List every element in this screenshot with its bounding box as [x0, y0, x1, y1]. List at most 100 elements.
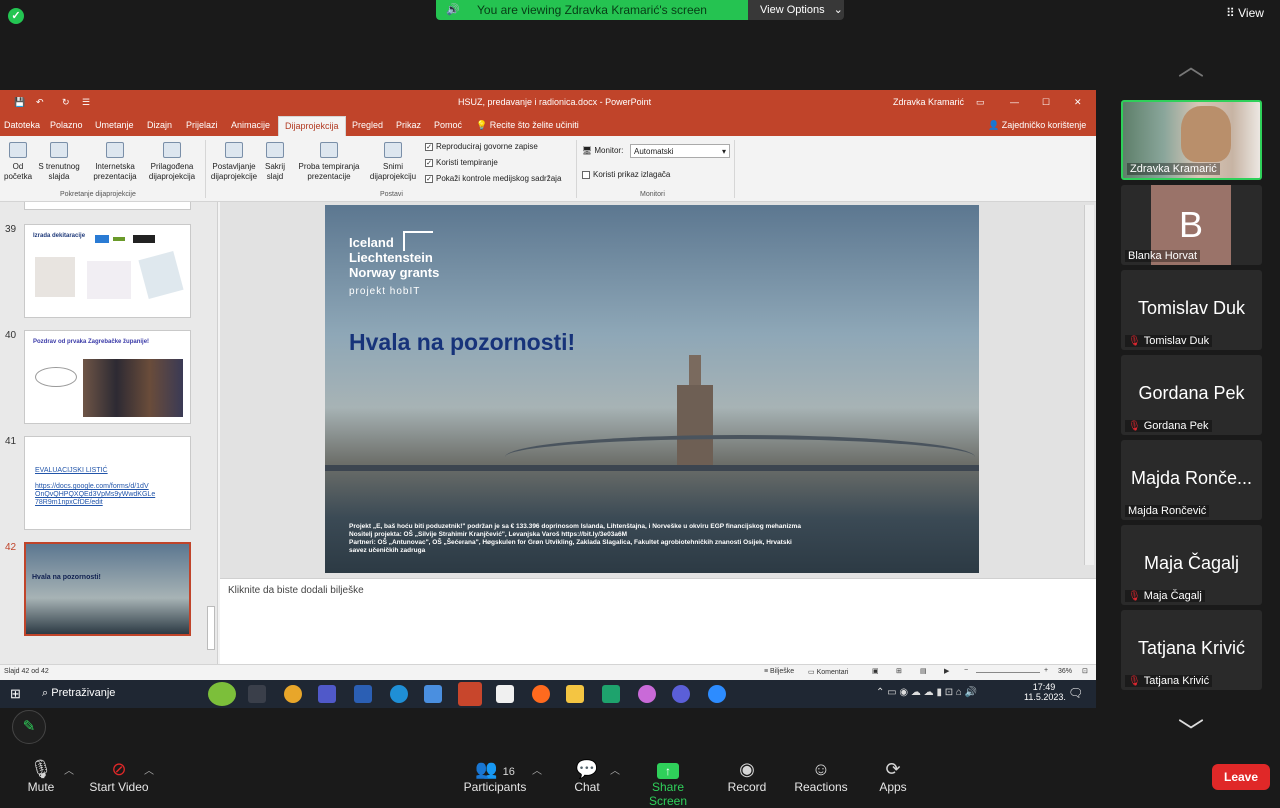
participant-tile[interactable]: B Blanka Horvat	[1121, 185, 1262, 265]
tab-umetanje[interactable]: Umetanje	[95, 120, 134, 130]
notes-toggle[interactable]: ≡ Bilješke	[764, 668, 794, 675]
view-button[interactable]: ⠿ View	[1226, 6, 1264, 20]
hide-slide-button[interactable]: Sakrij slajd	[262, 142, 288, 182]
firefox-icon[interactable]	[532, 685, 550, 703]
teams-icon[interactable]	[318, 685, 336, 703]
record-button[interactable]: ◉ Record	[726, 758, 768, 794]
clock[interactable]: 17:49 11.5.2023.	[1024, 682, 1066, 702]
tab-datoteka[interactable]: Datoteka	[4, 120, 40, 130]
tell-me-search[interactable]: 💡 Recite što želite učiniti	[476, 120, 579, 131]
save-icon[interactable]: 💾	[14, 97, 25, 108]
video-app-icon[interactable]	[672, 685, 690, 703]
participant-tile[interactable]: Maja Čagalj 🎙 Maja Čagalj	[1121, 525, 1262, 605]
current-slide[interactable]: Iceland Liechtenstein Norway grants proj…	[325, 205, 979, 573]
share-button[interactable]: 👤 Zajedničko korištenje	[988, 120, 1086, 131]
tab-polazno[interactable]: Polazno	[50, 120, 83, 130]
zoom-in-icon[interactable]: +	[1044, 667, 1048, 674]
slide-thumbnail-40[interactable]: Pozdrav od prvaka Zagrebačke županije!	[24, 330, 191, 424]
taskbar-search[interactable]: ⌕ Pretraživanje	[42, 687, 115, 700]
document-icon[interactable]	[424, 685, 442, 703]
zoom-slider[interactable]	[976, 672, 1040, 673]
normal-view-icon[interactable]: ▣	[872, 667, 879, 675]
undo-icon[interactable]: ↶	[36, 97, 44, 108]
apps-button[interactable]: ⟳ Apps	[876, 758, 910, 794]
widget-icon[interactable]	[208, 682, 236, 706]
redo-icon[interactable]: ↻	[62, 97, 70, 108]
chevron-up-icon[interactable]: ︿	[64, 762, 74, 777]
zoom-out-icon[interactable]: −	[964, 667, 968, 674]
annotate-pencil-icon[interactable]: ✎	[12, 710, 46, 744]
slide-thumbnail-41[interactable]: EVALUACIJSKI LISTIĆ https://docs.google.…	[24, 436, 191, 530]
tab-pregled[interactable]: Pregled	[352, 120, 383, 130]
participant-tile[interactable]: Tomislav Duk 🎙 Tomislav Duk	[1121, 270, 1262, 350]
word-icon[interactable]	[354, 685, 372, 703]
mute-button[interactable]: 🎙 Mute	[22, 758, 60, 794]
slide-thumbnail-39[interactable]: Izrada dekitaracije	[24, 224, 191, 318]
shared-screen-powerpoint[interactable]: 💾 ↶ ↻ ☰ HSUZ, predavanje i radionica.doc…	[0, 90, 1096, 708]
tab-prikaz[interactable]: Prikaz	[396, 120, 421, 130]
tab-animacije[interactable]: Animacije	[231, 120, 270, 130]
start-video-button[interactable]: ⊘ Start Video	[88, 758, 150, 794]
close-icon[interactable]: ✕	[1074, 97, 1082, 108]
security-shield-icon[interactable]: ✓	[8, 8, 24, 24]
store-icon[interactable]	[496, 685, 514, 703]
custom-show-button[interactable]: Prilagođena dijaprojekcija	[142, 142, 202, 182]
media-controls-checkbox[interactable]: ✓ Pokaži kontrole medijskog sadržaja	[425, 174, 561, 183]
setup-show-button[interactable]: Postavljanje dijaprojekcije	[208, 142, 260, 182]
online-present-button[interactable]: Internetska prezentacija	[88, 142, 142, 182]
scroll-up-chevron-icon[interactable]: ︿	[1176, 46, 1206, 81]
use-timings-checkbox[interactable]: ✓ Koristi tempiranje	[425, 158, 498, 167]
scrollbar-thumb[interactable]	[207, 606, 215, 650]
comments-toggle[interactable]: ▭ Komentari	[808, 668, 848, 676]
record-show-button[interactable]: Snimi dijaprojekciju	[364, 142, 422, 182]
notification-icon[interactable]: 🗨	[1068, 686, 1083, 700]
tab-dizajn[interactable]: Dizajn	[147, 120, 172, 130]
participant-tile[interactable]: Gordana Pek 🎙 Gordana Pek	[1121, 355, 1262, 435]
maximize-icon[interactable]: ☐	[1042, 97, 1050, 108]
reading-view-icon[interactable]: ▤	[920, 667, 927, 675]
chevron-up-icon[interactable]: ︿	[610, 762, 620, 777]
from-start-button[interactable]: Od početka	[4, 142, 32, 182]
system-tray-icons[interactable]: ⌃ ▭ ◉ ☁ ☁ ▮ ⊡ ⌂ 🔊	[876, 687, 977, 698]
minimize-icon[interactable]: —	[1010, 97, 1019, 107]
fit-slide-icon[interactable]: ⊡	[1082, 667, 1088, 675]
chat-button[interactable]: 💬 Chat	[570, 758, 604, 794]
presenter-view-checkbox[interactable]: Koristi prikaz izlagača	[582, 170, 670, 179]
edge-icon[interactable]	[390, 685, 408, 703]
chevron-up-icon[interactable]: ︿	[144, 762, 154, 777]
customize-toolbar-icon[interactable]: ☰	[82, 97, 90, 108]
from-current-button[interactable]: S trenutnog slajda	[36, 142, 82, 182]
participants-button[interactable]: 👥 16 Participants	[462, 758, 528, 794]
app-icon[interactable]	[602, 685, 620, 703]
leave-button[interactable]: Leave	[1212, 764, 1270, 790]
participant-tile[interactable]: Tatjana Krivić 🎙 Tatjana Krivić	[1121, 610, 1262, 690]
editor-scrollbar[interactable]	[1084, 205, 1094, 565]
windows-start-icon[interactable]: ⊞	[10, 686, 21, 702]
slide-thumbnail-42[interactable]: Hvala na pozornosti!	[24, 542, 191, 636]
slide-thumbnails-pane[interactable]: 39 Izrada dekitaracije 40 Pozdrav od prv…	[0, 202, 218, 664]
file-explorer-icon[interactable]	[566, 685, 584, 703]
rehearse-button[interactable]: Proba tempiranja prezentacije	[294, 142, 364, 182]
tab-dijaprojekcija[interactable]: Dijaprojekcija	[278, 116, 346, 136]
participant-tile[interactable]: Zdravka Kramarić	[1121, 100, 1262, 180]
task-view-icon[interactable]	[248, 685, 266, 703]
participant-tile[interactable]: Majda Ronče... Majda Rončević	[1121, 440, 1262, 520]
thumbnail-scrollbar[interactable]	[205, 202, 217, 664]
play-narrations-checkbox[interactable]: ✓ Reproduciraj govorne zapise	[425, 142, 538, 151]
view-options-button[interactable]: View Options ⌄	[748, 0, 844, 20]
photos-icon[interactable]	[638, 685, 656, 703]
slide-sorter-icon[interactable]: ⊞	[896, 667, 902, 675]
chevron-up-icon[interactable]: ︿	[532, 762, 542, 777]
notes-pane[interactable]: Kliknite da biste dodali bilješke	[220, 578, 1096, 664]
powerpoint-icon[interactable]	[458, 682, 482, 706]
reactions-button[interactable]: ☺ Reactions	[794, 758, 848, 794]
monitor-select[interactable]: Automatski ▾	[630, 144, 730, 158]
zoom-app-icon[interactable]	[708, 685, 726, 703]
scroll-down-chevron-icon[interactable]: ﹀	[1176, 712, 1206, 747]
tab-prijelazi[interactable]: Prijelazi	[186, 120, 218, 130]
tab-pomoc[interactable]: Pomoć	[434, 120, 462, 130]
ribbon-display-icon[interactable]: ▭	[976, 97, 985, 108]
share-screen-button[interactable]: ↑ Share Screen	[632, 758, 704, 808]
chrome-icon[interactable]	[284, 685, 302, 703]
slideshow-view-icon[interactable]: ▶	[944, 667, 949, 675]
